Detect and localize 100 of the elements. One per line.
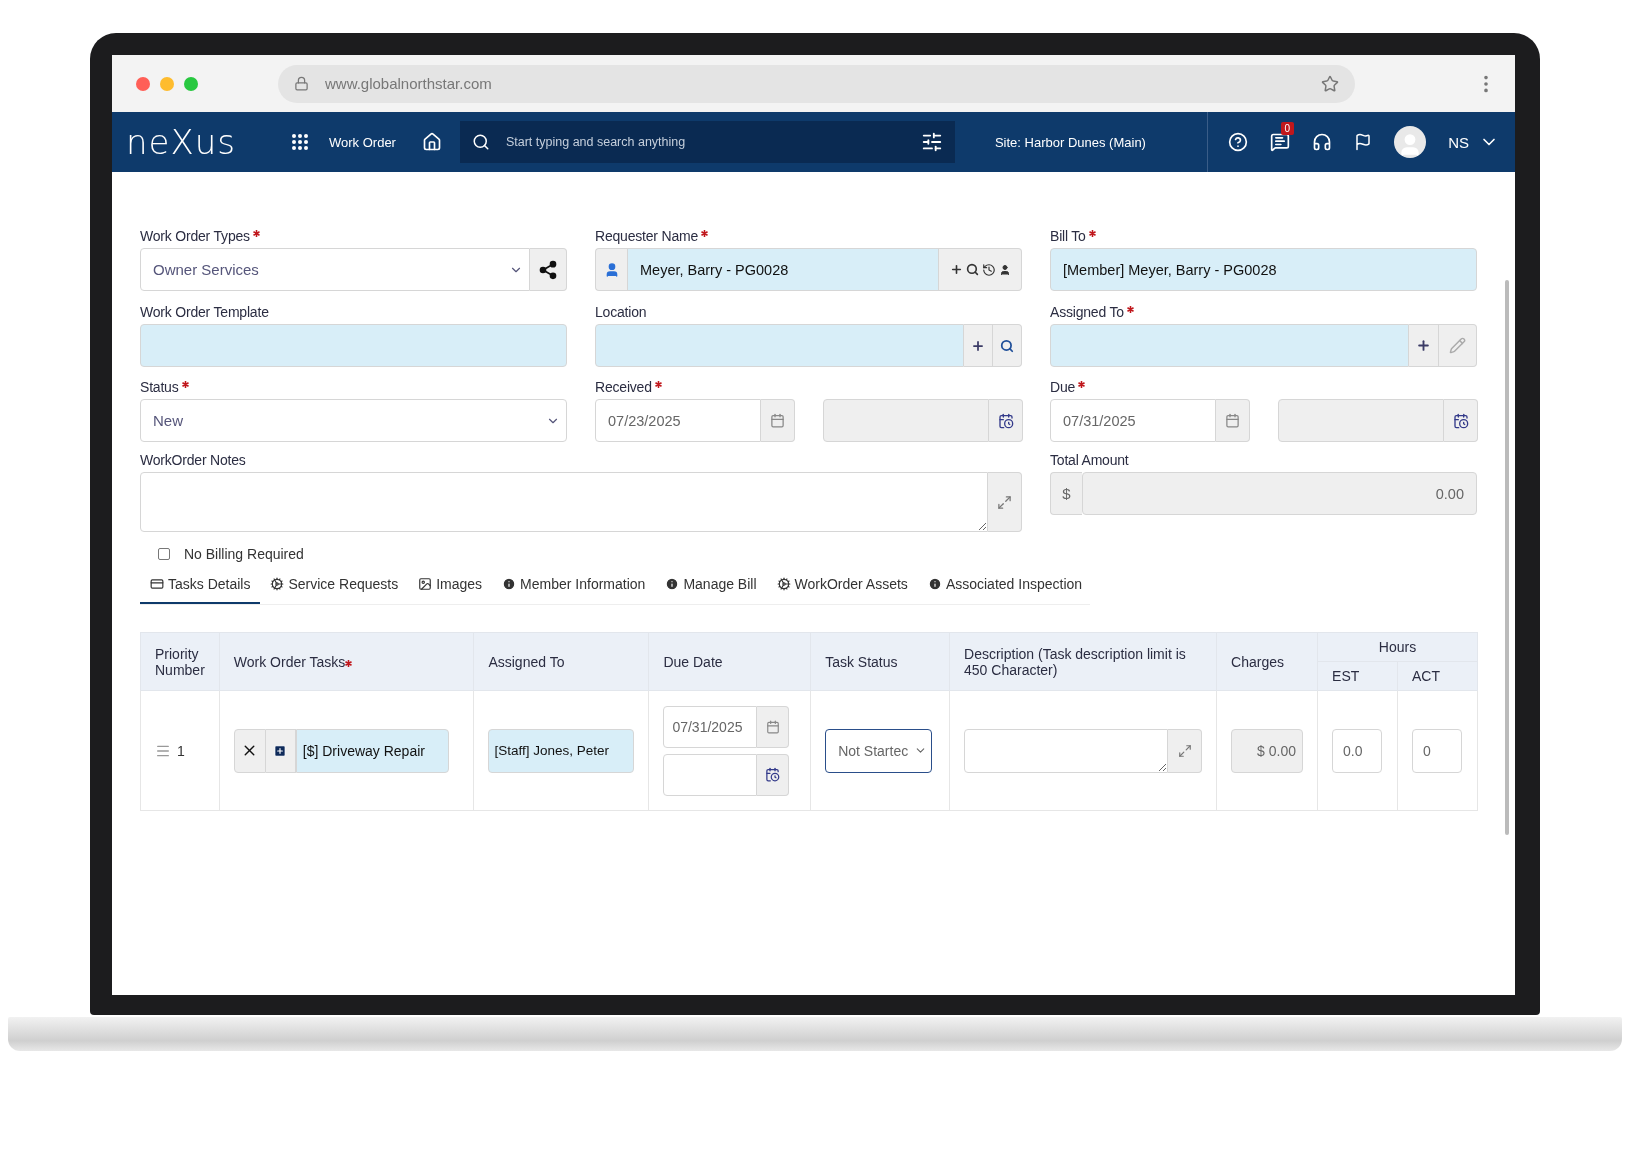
tab[interactable]: Manage Bill: [655, 570, 767, 604]
plus-icon: [949, 263, 963, 276]
search-button[interactable]: [993, 324, 1022, 367]
close-dot[interactable]: [136, 76, 150, 91]
priority-number: 1: [177, 742, 185, 759]
address-bar[interactable]: www.globalnorthstar.com: [278, 64, 1355, 103]
headset-icon[interactable]: [1312, 132, 1333, 152]
remove-button[interactable]: [233, 728, 266, 773]
status-select[interactable]: New: [140, 399, 567, 442]
search-field[interactable]: Start typing and search anything: [503, 134, 907, 150]
plus-icon: [1416, 338, 1431, 353]
calendar-icon: [765, 719, 780, 734]
work-order-type-select[interactable]: Owner Services: [140, 248, 530, 291]
due-time-field[interactable]: [663, 753, 758, 796]
plus-icon: [273, 743, 288, 758]
gear-icon: [776, 577, 791, 591]
column-header: Priority Number: [140, 632, 220, 691]
maximize-dot[interactable]: [184, 76, 198, 91]
calendar-button[interactable]: [1216, 399, 1250, 442]
search-icon: [471, 133, 490, 151]
expand-icon: [997, 494, 1012, 510]
site-label: Site: Harbor Dunes (Main): [994, 134, 1147, 150]
currency-label: $: [1050, 472, 1082, 515]
search-bar[interactable]: Start typing and search anything: [459, 121, 955, 163]
expand-icon: [1177, 743, 1192, 758]
due-date-field[interactable]: 07/31/2025: [1050, 399, 1216, 442]
location-field[interactable]: [595, 324, 964, 367]
assignee-field[interactable]: [Staff] Jones, Peter: [488, 728, 635, 773]
clock-button[interactable]: [989, 399, 1023, 442]
total-amount-field[interactable]: 0.00: [1082, 472, 1477, 515]
template-field[interactable]: [140, 324, 567, 367]
card-icon: [150, 577, 164, 591]
avatar[interactable]: [1394, 126, 1427, 158]
task-status-select[interactable]: Not Startec: [825, 728, 933, 773]
charges-field[interactable]: $ 0.00: [1231, 728, 1304, 773]
calendar-icon: [1225, 413, 1240, 428]
scrollbar[interactable]: [1505, 280, 1509, 835]
checkbox-label: No Billing Required: [184, 546, 304, 562]
field-label: Work Order Types: [140, 228, 250, 244]
notes-field[interactable]: [140, 472, 988, 532]
column-header: Description (Task description limit is 450 Character): [949, 632, 1217, 691]
assigned-to-field[interactable]: [1050, 324, 1409, 367]
person-icon: [998, 263, 1011, 276]
share-button[interactable]: [530, 248, 567, 291]
lock-icon: [294, 76, 309, 91]
tab[interactable]: Service Requests: [260, 570, 409, 604]
due-time-field[interactable]: [1278, 399, 1444, 442]
tab[interactable]: Images: [408, 570, 493, 604]
calendar-clock-icon: [765, 767, 781, 782]
field-label: Assigned To: [1050, 304, 1124, 320]
work-order-link[interactable]: Work Order: [329, 134, 396, 150]
column-header: ACT: [1397, 661, 1478, 691]
share-icon: [538, 259, 558, 280]
info-icon: [927, 577, 942, 591]
star-icon[interactable]: [1321, 74, 1339, 93]
logo: neXus: [126, 122, 238, 162]
estimated-hours-field[interactable]: 0.0: [1332, 728, 1383, 773]
message-icon[interactable]: [1270, 132, 1291, 152]
help-icon[interactable]: [1228, 132, 1249, 152]
field-label: WorkOrder Notes: [140, 452, 246, 468]
checkbox[interactable]: [158, 548, 170, 560]
received-date-field[interactable]: 07/23/2025: [595, 399, 761, 442]
user-initials[interactable]: NS: [1448, 133, 1469, 151]
notification-badge: 0: [1280, 122, 1295, 135]
received-time-field[interactable]: [823, 399, 989, 442]
task-field[interactable]: [$] Driveway Repair: [295, 728, 449, 773]
bill-to-field[interactable]: [Member] Meyer, Barry - PG0028: [1050, 248, 1477, 291]
tab[interactable]: Associated Inspection: [917, 570, 1093, 604]
requester-field[interactable]: Meyer, Barry - PG0028: [627, 248, 939, 291]
requester-tools-button[interactable]: [939, 248, 1022, 291]
calendar-button[interactable]: [761, 399, 795, 442]
due-date-field[interactable]: 07/31/2025: [663, 705, 758, 748]
plus-icon: [971, 338, 985, 353]
apps-grid-icon[interactable]: [291, 133, 309, 151]
clock-button[interactable]: [757, 753, 790, 796]
clock-button[interactable]: [1444, 399, 1478, 442]
home-icon[interactable]: [421, 132, 442, 152]
tab[interactable]: Tasks Details: [140, 570, 261, 604]
tab[interactable]: WorkOrder Assets: [766, 570, 918, 604]
edit-button[interactable]: [1439, 324, 1477, 367]
field-label: Due: [1050, 379, 1076, 395]
column-header: Charges: [1216, 632, 1318, 691]
actual-hours-field[interactable]: 0: [1412, 728, 1462, 773]
column-header: Task Status: [810, 632, 950, 691]
column-header: Hours: [1317, 632, 1478, 662]
minimize-dot[interactable]: [160, 76, 174, 91]
flag-icon[interactable]: [1354, 133, 1373, 151]
filter-icon[interactable]: [920, 131, 943, 153]
history-icon: [981, 262, 996, 277]
calendar-button[interactable]: [757, 705, 790, 748]
add-button[interactable]: [265, 728, 296, 773]
column-header: Due Date: [648, 632, 811, 691]
field-label: Location: [595, 304, 647, 320]
field-label: Total Amount: [1050, 452, 1129, 468]
field-label: Status: [140, 379, 179, 395]
pencil-icon: [1449, 337, 1466, 354]
tab[interactable]: Member Information: [492, 570, 656, 604]
description-field[interactable]: [964, 728, 1169, 773]
search-icon: [1000, 338, 1014, 353]
column-header: Assigned To: [473, 632, 649, 691]
